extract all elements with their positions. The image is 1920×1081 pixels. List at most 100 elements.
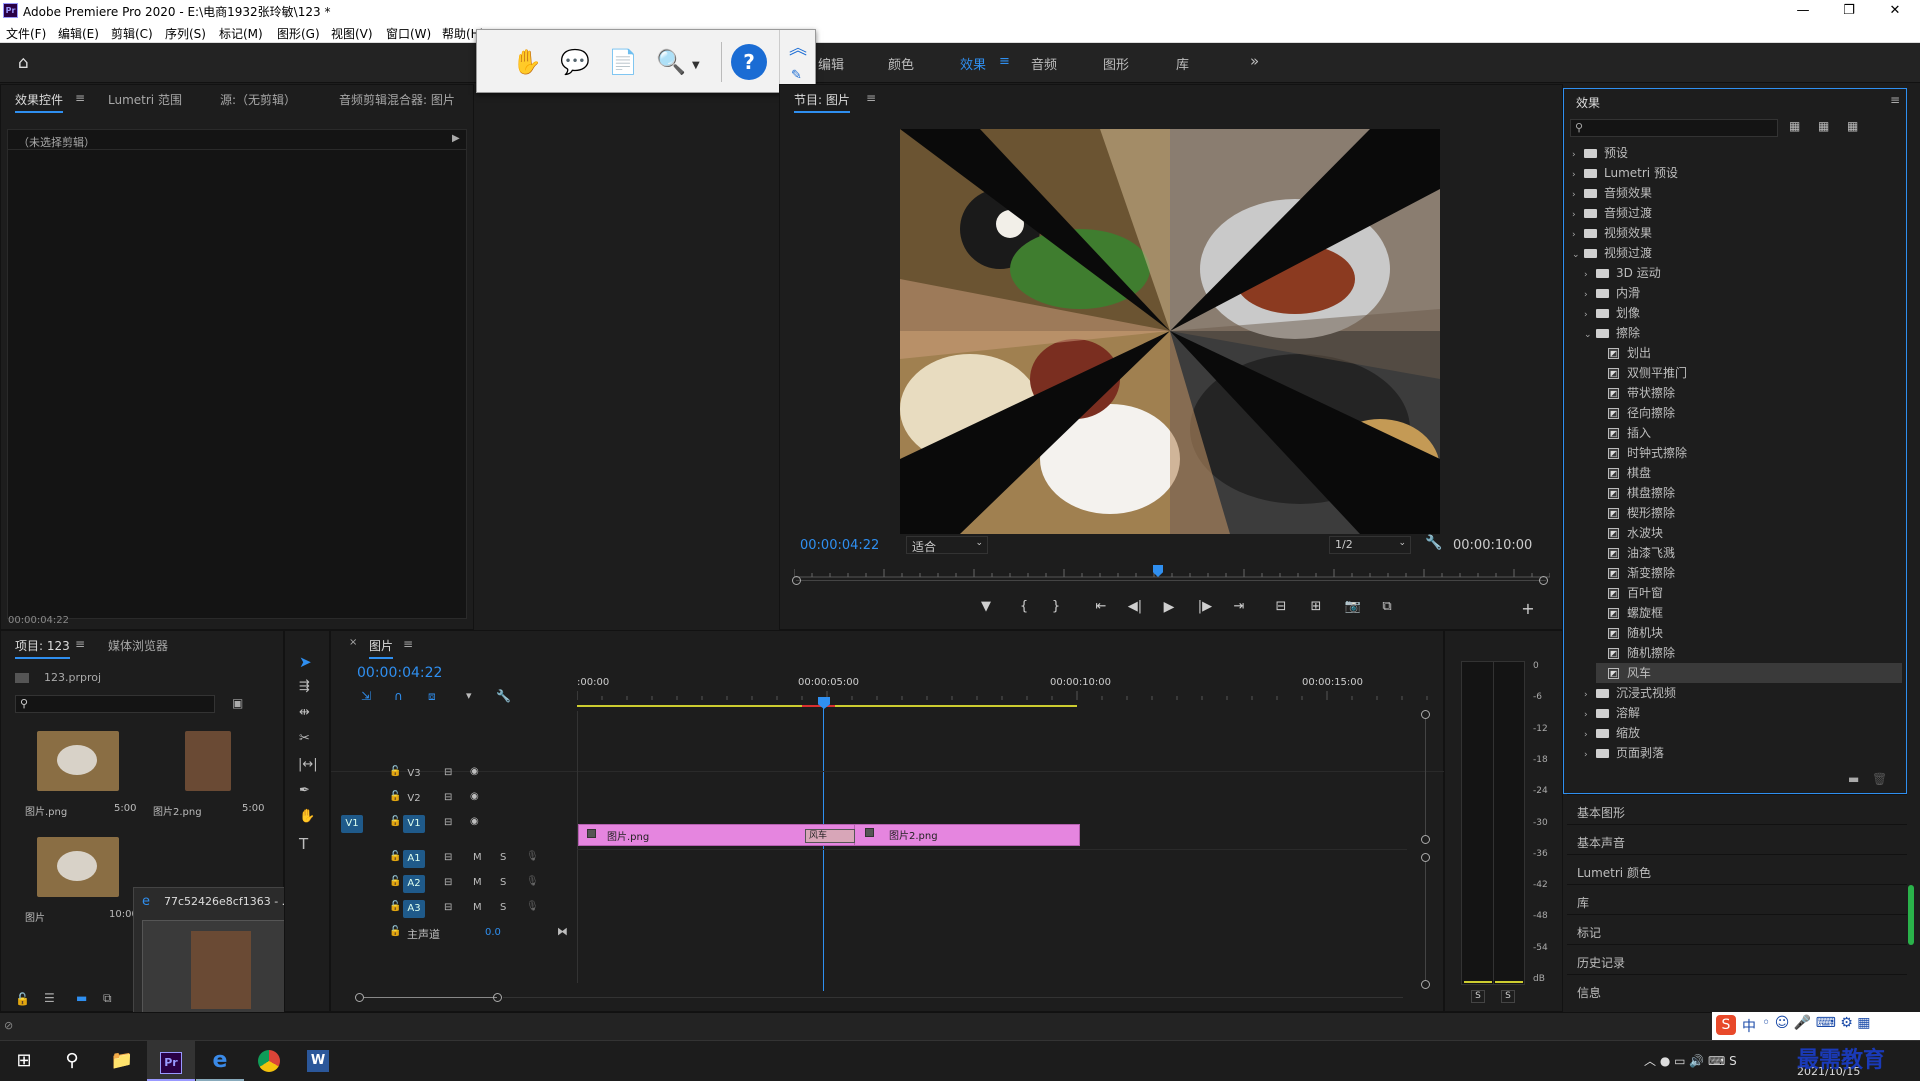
menu-marker[interactable]: 标记(M) <box>219 25 263 42</box>
premiere-taskbar-icon[interactable]: Pr <box>147 1041 195 1081</box>
effect-item[interactable]: ◩ 棋盘 <box>1596 463 1902 483</box>
go-to-in-button[interactable]: ⇤ <box>1090 599 1112 614</box>
microphone-icon[interactable]: 🎙 <box>526 876 539 887</box>
sync-lock-icon[interactable]: ⊟ <box>444 767 452 778</box>
effect-item[interactable]: ◩ 插入 <box>1596 423 1902 443</box>
effects-folder[interactable]: › 沉浸式视频 <box>1584 683 1902 703</box>
effect-item[interactable]: ◩ 随机擦除 <box>1596 643 1902 663</box>
effects-menu-icon[interactable]: ≡ <box>1890 93 1900 107</box>
master-volume-value[interactable]: 0.0 <box>485 927 501 938</box>
mark-in-button[interactable]: { <box>1013 599 1035 614</box>
mute-button[interactable]: M <box>473 877 482 888</box>
menu-clip[interactable]: 剪辑(C) <box>111 25 153 42</box>
tab-audio-clip-mixer[interactable]: 音频剪辑混合器: 图片 <box>339 91 455 108</box>
lift-button[interactable]: ⊟ <box>1270 599 1292 614</box>
menu-sequence[interactable]: 序列(S) <box>165 25 206 42</box>
pen-tool-icon[interactable]: ✒ <box>299 783 310 798</box>
add-marker-button[interactable]: ▼ <box>975 599 997 614</box>
timeline-ruler[interactable]: :00:00 00:00:05:00 00:00:10:00 00:00:15:… <box>577 675 1437 711</box>
solo-button[interactable]: S <box>500 902 506 913</box>
eye-icon[interactable]: ◉ <box>470 816 479 827</box>
effect-item[interactable]: ◩ 时钟式擦除 <box>1596 443 1902 463</box>
lock-track-icon[interactable]: 🔓 <box>389 791 401 802</box>
tab-project[interactable]: 项目: 123 <box>15 637 70 659</box>
hand-tool-icon[interactable]: ✋ <box>299 809 315 824</box>
sync-lock-icon[interactable]: ⊟ <box>444 852 452 863</box>
help-icon[interactable]: ? <box>731 44 767 80</box>
lock-track-icon[interactable]: 🔓 <box>389 851 401 862</box>
effects-folder[interactable]: › 音频效果 <box>1572 183 1902 203</box>
menu-graphics[interactable]: 图形(G) <box>277 25 320 42</box>
solo-button[interactable]: S <box>500 852 506 863</box>
32bit-effects-icon[interactable]: ▦ <box>1818 119 1829 133</box>
new-bin-icon[interactable]: ▣ <box>232 696 243 710</box>
project-menu-icon[interactable]: ≡ <box>75 637 85 651</box>
workspace-effects[interactable]: 效果 <box>960 54 986 73</box>
history-panel[interactable]: 历史记录 <box>1567 944 1907 974</box>
trash-icon[interactable]: 🗑 <box>1872 772 1887 786</box>
eye-icon[interactable]: ◉ <box>470 791 479 802</box>
workspace-edit[interactable]: 编辑 <box>818 54 844 73</box>
ime-tools-icon[interactable]: ◦ ☺ 🎤 ⌨ ⚙ ▦ <box>1762 1015 1871 1031</box>
lock-track-icon[interactable]: 🔓 <box>389 876 401 887</box>
microphone-icon[interactable]: 🎙 <box>526 901 539 912</box>
dropdown-arrow-icon[interactable]: ▼ <box>692 60 700 71</box>
chevron-right-icon[interactable]: › <box>1584 685 1596 705</box>
fit-dropdown[interactable]: 适合 ⌄ <box>906 536 988 554</box>
expand-arrow-icon[interactable]: ▶ <box>452 133 460 144</box>
chevron-right-icon[interactable]: › <box>1572 205 1584 225</box>
effect-item[interactable]: ◩ 带状擦除 <box>1596 383 1902 403</box>
effects-search-input[interactable]: ⚲ <box>1570 119 1778 137</box>
workspace-libraries[interactable]: 库 <box>1176 54 1189 73</box>
chevron-right-icon[interactable]: › <box>1572 165 1584 185</box>
maximize-button[interactable]: ❐ <box>1826 0 1872 22</box>
track-target[interactable]: A2 <box>403 875 425 893</box>
go-to-out-button[interactable]: ⇥ <box>1228 599 1250 614</box>
effect-item[interactable]: ◩ 划出 <box>1596 343 1902 363</box>
effect-item[interactable]: ◩ 水波块 <box>1596 523 1902 543</box>
vscroll-handle-bottom[interactable] <box>1421 980 1430 989</box>
chevron-right-icon[interactable]: › <box>1584 265 1596 285</box>
essential-sound-panel[interactable]: 基本声音 <box>1567 824 1907 854</box>
resolution-dropdown[interactable]: 1/2 ⌄ <box>1329 536 1411 554</box>
sync-lock-icon[interactable]: ⊟ <box>444 792 452 803</box>
tab-menu-icon[interactable]: ≡ <box>75 91 85 105</box>
effects-folder[interactable]: › 缩放 <box>1584 723 1902 743</box>
chevron-down-icon[interactable]: ⌄ <box>1584 325 1596 345</box>
effects-folder[interactable]: › 音频过渡 <box>1572 203 1902 223</box>
tab-effect-controls[interactable]: 效果控件 <box>15 91 64 113</box>
info-panel[interactable]: 信息 <box>1567 974 1907 1004</box>
search-icon[interactable]: ⚲ <box>48 1041 96 1081</box>
solo-right-button[interactable]: S <box>1501 990 1515 1003</box>
tray-icons[interactable]: ︿ ● ▭ 🔊 ⌨ S <box>1644 1052 1737 1069</box>
microphone-icon[interactable]: 🎙 <box>526 851 539 862</box>
effects-folder[interactable]: › 预设 <box>1572 143 1902 163</box>
sogou-icon[interactable]: S <box>1716 1015 1736 1035</box>
workspace-color[interactable]: 颜色 <box>888 54 914 73</box>
effects-folder[interactable]: › 溶解 <box>1584 703 1902 723</box>
chevron-right-icon[interactable]: › <box>1584 745 1596 765</box>
effect-item[interactable]: ◩ 百叶窗 <box>1596 583 1902 603</box>
effect-item[interactable]: ◩ 渐变擦除 <box>1596 563 1902 583</box>
project-item[interactable]: 图片 10:00 <box>15 833 143 938</box>
ime-mode[interactable]: 中 <box>1742 1016 1756 1036</box>
menu-file[interactable]: 文件(F) <box>6 25 46 42</box>
track-target[interactable]: V1 <box>403 815 425 833</box>
solo-left-button[interactable]: S <box>1471 990 1485 1003</box>
chrome-icon[interactable] <box>245 1041 293 1081</box>
edge-icon[interactable]: e <box>196 1041 244 1081</box>
play-button[interactable]: ▶ <box>1158 599 1180 615</box>
extract-button[interactable]: ⊞ <box>1305 599 1327 614</box>
hscroll-bar[interactable] <box>364 997 497 998</box>
hscroll-handle-left[interactable] <box>355 993 364 1002</box>
vscroll-handle-top[interactable] <box>1421 710 1430 719</box>
accelerated-effects-icon[interactable]: ▦ <box>1789 119 1800 133</box>
track-target[interactable]: A3 <box>403 900 425 918</box>
effect-item[interactable]: ◩ 风车 <box>1596 663 1902 683</box>
effects-folder[interactable]: › 页面剥落 <box>1584 743 1902 763</box>
track-target[interactable]: V3 <box>403 765 425 783</box>
menu-view[interactable]: 视图(V) <box>331 25 373 42</box>
new-bin-icon[interactable]: ▬ <box>1848 772 1859 786</box>
chevron-right-icon[interactable]: › <box>1584 705 1596 725</box>
tab-source[interactable]: 源:（无剪辑） <box>220 91 296 108</box>
